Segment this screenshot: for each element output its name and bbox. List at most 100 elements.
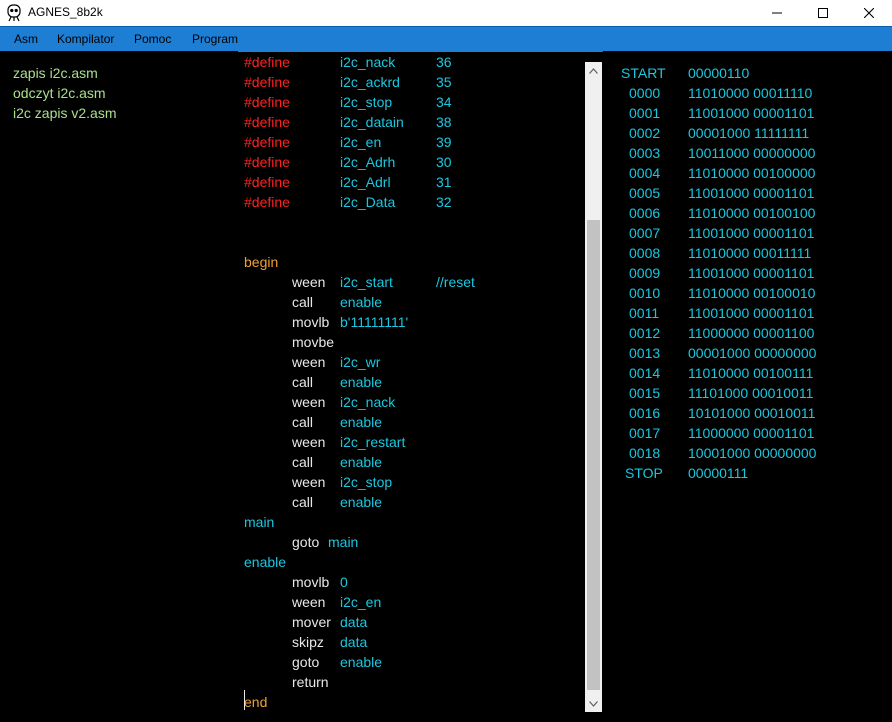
file-item[interactable]: i2c zapis v2.asm: [13, 105, 116, 121]
output-bits: 11010000 00011110: [688, 85, 813, 101]
code-label-end: end: [244, 694, 268, 710]
output-address: 0006: [629, 205, 661, 221]
output-address: 0012: [629, 325, 661, 341]
chevron-down-icon: [589, 700, 598, 707]
output-address: 0018: [629, 445, 661, 461]
output-bits: 11001000 00001101: [688, 265, 815, 281]
define-keyword: #define: [244, 94, 290, 110]
code-instruction: ween: [292, 394, 326, 410]
output-address: 0007: [629, 225, 661, 241]
output-address: START: [621, 65, 666, 81]
code-instruction: goto: [292, 654, 320, 670]
define-name: i2c_ackrd: [340, 74, 400, 90]
file-item[interactable]: odczyt i2c.asm: [13, 85, 106, 101]
menu-program[interactable]: Program: [192, 32, 238, 46]
code-argument: enable: [340, 294, 383, 310]
define-keyword: #define: [244, 174, 290, 190]
code-argument: i2c_start: [340, 274, 393, 290]
code-instruction: movlb: [292, 314, 330, 330]
output-bits: 11001000 00001101: [688, 225, 815, 241]
menu-kompilator[interactable]: Kompilator: [57, 32, 114, 46]
output-address: STOP: [625, 465, 663, 481]
output-bits: 10001000 00000000: [688, 445, 817, 461]
output-address: 0010: [629, 285, 661, 301]
code-argument: i2c_nack: [340, 394, 396, 410]
code-argument: 0: [340, 574, 348, 590]
output-address: 0011: [629, 305, 660, 321]
code-argument: enable: [340, 414, 383, 430]
code-instruction: movbe: [292, 334, 335, 350]
code-instruction: return: [292, 674, 329, 690]
code-instruction: ween: [292, 474, 326, 490]
code-argument: enable: [340, 374, 383, 390]
compiled-output: START 00000110 0000 11010000 00011110 00…: [603, 51, 892, 722]
define-value: 36: [436, 54, 452, 70]
code-instruction: ween: [292, 434, 326, 450]
output-address: 0017: [629, 425, 661, 441]
output-address: 0013: [629, 345, 661, 361]
code-instruction: mover: [292, 614, 331, 630]
define-keyword: #define: [244, 134, 290, 150]
define-value: 34: [436, 94, 452, 110]
code-instruction: call: [292, 454, 314, 470]
minimize-button[interactable]: [754, 0, 800, 26]
menu-bar: Asm Kompilator Pomoc Program: [0, 26, 892, 52]
scroll-up-button[interactable]: [585, 62, 602, 79]
code-instruction: ween: [292, 594, 326, 610]
code-editor[interactable]: #define i2c_nack 36 #define i2c_ackrd 35…: [238, 51, 602, 722]
output-bits: 11001000 00001101: [688, 185, 815, 201]
code-instruction: call: [292, 494, 314, 510]
output-bits: 11000000 00001101: [688, 425, 815, 441]
code-argument: data: [340, 634, 368, 650]
code-label-enable: enable: [244, 554, 287, 570]
define-keyword: #define: [244, 74, 290, 90]
define-name: i2c_nack: [340, 54, 396, 70]
output-address: 0004: [629, 165, 661, 181]
code-argument: i2c_stop: [340, 474, 393, 490]
code-instruction: call: [292, 374, 314, 390]
define-keyword: #define: [244, 154, 290, 170]
define-name: i2c_stop: [340, 94, 393, 110]
output-bits: 00001000 11111111: [688, 125, 810, 141]
define-name: i2c_Data: [340, 194, 396, 210]
code-argument: i2c_en: [340, 594, 382, 610]
app-icon: [7, 4, 21, 22]
code-argument: b'11111111': [340, 314, 409, 330]
output-bits: 11010000 00011111: [688, 245, 812, 261]
output-address: 0014: [629, 365, 661, 381]
file-item[interactable]: zapis i2c.asm: [13, 65, 98, 81]
output-bits: 11010000 00100100: [688, 205, 816, 221]
define-keyword: #define: [244, 54, 290, 70]
output-bits: 11010000 00100000: [688, 165, 816, 181]
scroll-thumb[interactable]: [587, 220, 600, 690]
menu-asm[interactable]: Asm: [14, 32, 38, 46]
scroll-down-button[interactable]: [585, 695, 602, 712]
output-address: 0002: [629, 125, 661, 141]
chevron-up-icon: [589, 67, 598, 74]
minimize-icon: [772, 12, 782, 14]
output-address: 0016: [629, 405, 661, 421]
output-address: 0001: [629, 105, 661, 121]
code-argument: main: [328, 534, 359, 550]
maximize-button[interactable]: [800, 0, 846, 26]
define-value: 39: [436, 134, 452, 150]
define-keyword: #define: [244, 194, 290, 210]
menu-pomoc[interactable]: Pomoc: [134, 32, 171, 46]
code-instruction: call: [292, 294, 314, 310]
code-argument: i2c_restart: [340, 434, 406, 450]
define-value: 35: [436, 74, 452, 90]
output-bits: 11010000 00100010: [688, 285, 816, 301]
code-label-main: main: [244, 514, 275, 530]
output-bits: 00001000 00000000: [688, 345, 817, 361]
define-name: i2c_en: [340, 134, 382, 150]
close-button[interactable]: [846, 0, 892, 26]
define-keyword: #define: [244, 114, 290, 130]
define-value: 30: [436, 154, 452, 170]
output-address: 0003: [629, 145, 661, 161]
define-value: 38: [436, 114, 452, 130]
editor-scrollbar[interactable]: [585, 62, 602, 712]
define-name: i2c_datain: [340, 114, 404, 130]
output-address: 0005: [629, 185, 661, 201]
code-instruction: ween: [292, 354, 326, 370]
code-label-begin: begin: [244, 254, 279, 270]
